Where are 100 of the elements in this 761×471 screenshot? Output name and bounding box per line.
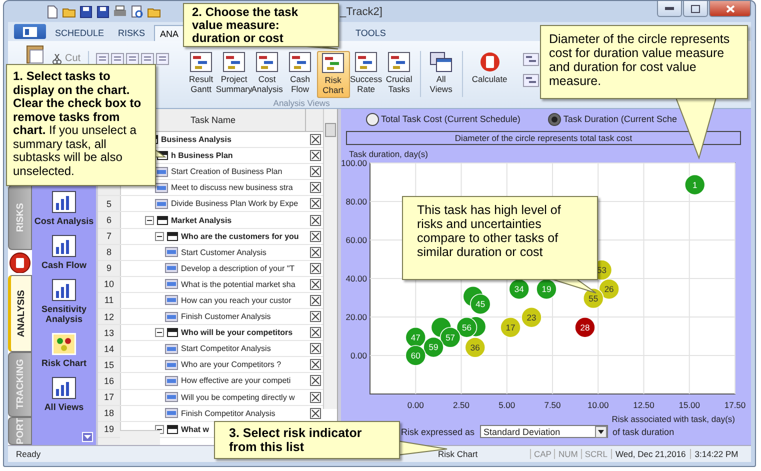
view-item[interactable]: Risk Chart — [33, 333, 95, 368]
ribbon-view-button[interactable]: Cost Analysis — [250, 51, 284, 98]
row-number: 7 — [106, 231, 112, 242]
bubble: 60 — [405, 345, 426, 366]
calculate-button[interactable]: Calculate — [466, 51, 513, 98]
summary-task-name: h Business Plan — [171, 151, 233, 160]
task-name: Meet to discuss new business stra — [171, 183, 293, 192]
radio-option[interactable]: Task Duration (Current Sche — [548, 112, 677, 126]
x-tick-label: 5.00 — [498, 400, 516, 410]
annotation: 28 — [580, 322, 590, 332]
key-indicator: SCRL — [580, 449, 611, 459]
bubble: 23 — [521, 306, 542, 328]
column-header[interactable]: Task Name — [190, 115, 236, 125]
callout: 3. Select risk indicator from this list — [214, 421, 400, 459]
ribbon-view-button[interactable]: Cash Flow — [284, 51, 317, 98]
key-indicator: NUM — [554, 449, 581, 459]
status-time: 3:14:22 PM — [690, 449, 742, 459]
summary-task-name: Who are the customers for you — [181, 232, 299, 241]
annotation: 36 — [470, 342, 480, 352]
task-name: How can you reach your custor — [181, 296, 292, 305]
risk-dropdown[interactable]: Standard Deviation — [480, 425, 608, 438]
callout: 1. Select tasks to display on the chart. Clear the check box to remove tasks from chart. If you unselect a summary task, all subtasks will be also unselected. — [6, 64, 156, 186]
bubble: 17 — [500, 317, 521, 338]
annotation: 55 — [588, 293, 598, 304]
status-text: Ready — [15, 449, 42, 459]
ribbon-tab[interactable]: ANA — [154, 25, 185, 41]
bubble: 36 — [464, 337, 486, 358]
summary-task-name: Market Analysis — [171, 216, 232, 225]
row-number: 13 — [104, 328, 114, 338]
task-name: Finish Customer Analysis — [181, 312, 271, 322]
x-tick-label: 12.50 — [633, 400, 654, 410]
summary-task-name: Business Analysis — [161, 135, 232, 144]
ribbon-view-button[interactable]: Risk Chart — [316, 51, 350, 98]
field-label: Risk expressed as — [401, 426, 475, 436]
chart-caption: Diameter of the circle represents total task cost — [346, 131, 741, 145]
radio-option[interactable]: Total Task Cost (Current Schedule) — [366, 112, 520, 126]
group-label: Analysis Views — [273, 98, 330, 108]
row-number: 16 — [104, 376, 114, 386]
ribbon-tab[interactable]: TOOLS — [350, 25, 391, 41]
task-name: Start Customer Analysis — [181, 248, 266, 257]
annotation: 57 — [446, 332, 456, 342]
row-number: 17 — [104, 392, 114, 402]
ribbon-view-button[interactable]: Crucial Tasks — [382, 51, 416, 98]
annotation: 34 — [514, 284, 524, 294]
row-number: 12 — [104, 312, 114, 322]
row-number: 10 — [104, 279, 114, 290]
bubble: 45 — [470, 294, 491, 314]
task-name: How effective are your competi — [181, 376, 291, 386]
summary-task-name: What w — [181, 424, 209, 434]
annotation: 56 — [462, 322, 472, 332]
row-number: 8 — [106, 247, 112, 258]
window-title: _Track2] — [340, 6, 382, 18]
annotation: 23 — [526, 312, 537, 322]
y-tick-label: 100.00 — [341, 158, 367, 168]
task-name: What is the potential market sha — [181, 280, 296, 289]
ribbon-view-button[interactable]: Project Summary — [218, 51, 251, 98]
task-name: Start Creation of Business Plan — [171, 167, 282, 176]
ribbon-tab[interactable]: SCHEDULE — [50, 25, 110, 41]
view-item[interactable]: Cash Flow — [33, 235, 95, 270]
y-tick-label: 20.00 — [346, 312, 367, 322]
y-tick-label: 40.00 — [346, 274, 367, 284]
all-views-button[interactable]: All Views — [424, 51, 458, 98]
callout: 2. Choose the task value measure: duration or cost — [183, 3, 339, 47]
annotation: 17 — [506, 322, 516, 332]
x-tick-label: 7.50 — [544, 400, 561, 410]
row-number: 9 — [106, 263, 112, 274]
task-name: Start Competitor Analysis — [181, 344, 271, 354]
annotation: 1 — [692, 180, 698, 190]
bubble: 28 — [574, 317, 596, 338]
view-item[interactable]: Sensitivity Analysis — [33, 279, 95, 324]
y-tick-label: 0.00 — [350, 350, 367, 360]
task-name: Develop a description of your "T — [181, 264, 295, 273]
annotation: 47 — [410, 332, 421, 342]
row-number: 5 — [106, 198, 112, 209]
row-number: 19 — [104, 424, 114, 434]
field-suffix: of task duration — [612, 426, 674, 436]
x-tick-label: 10.00 — [587, 400, 609, 410]
x-tick-label: 2.50 — [452, 400, 470, 410]
x-tick-label: 17.50 — [724, 400, 746, 410]
annotation: 59 — [428, 342, 439, 352]
bubble: 59 — [423, 336, 444, 358]
task-name: Will you be competing directly w — [181, 392, 295, 402]
bubble: 1 — [684, 174, 706, 196]
y-axis-title: Task duration, day(s) — [349, 149, 428, 159]
view-item[interactable]: All Views — [33, 377, 95, 412]
row-number: 14 — [104, 344, 114, 354]
row-number: 11 — [104, 295, 114, 306]
x-tick-label: 0.00 — [407, 400, 424, 410]
ribbon-tab[interactable]: RISKS — [113, 25, 150, 41]
status-date: Wed, Dec 21,2016 — [610, 449, 690, 459]
ribbon-view-button[interactable]: Success Rate — [350, 51, 383, 98]
row-number: 18 — [104, 408, 114, 418]
side-tab[interactable]: ANALYSIS — [8, 275, 32, 352]
task-name: Divide Business Plan Work by Expe — [171, 199, 298, 208]
row-number: 6 — [106, 215, 112, 226]
row-number: 15 — [104, 360, 114, 370]
view-item[interactable]: Cost Analysis — [33, 191, 95, 226]
status-view: Risk Chart — [438, 449, 479, 459]
bubble: 57 — [440, 327, 461, 348]
y-tick-label: 80.00 — [346, 196, 367, 206]
